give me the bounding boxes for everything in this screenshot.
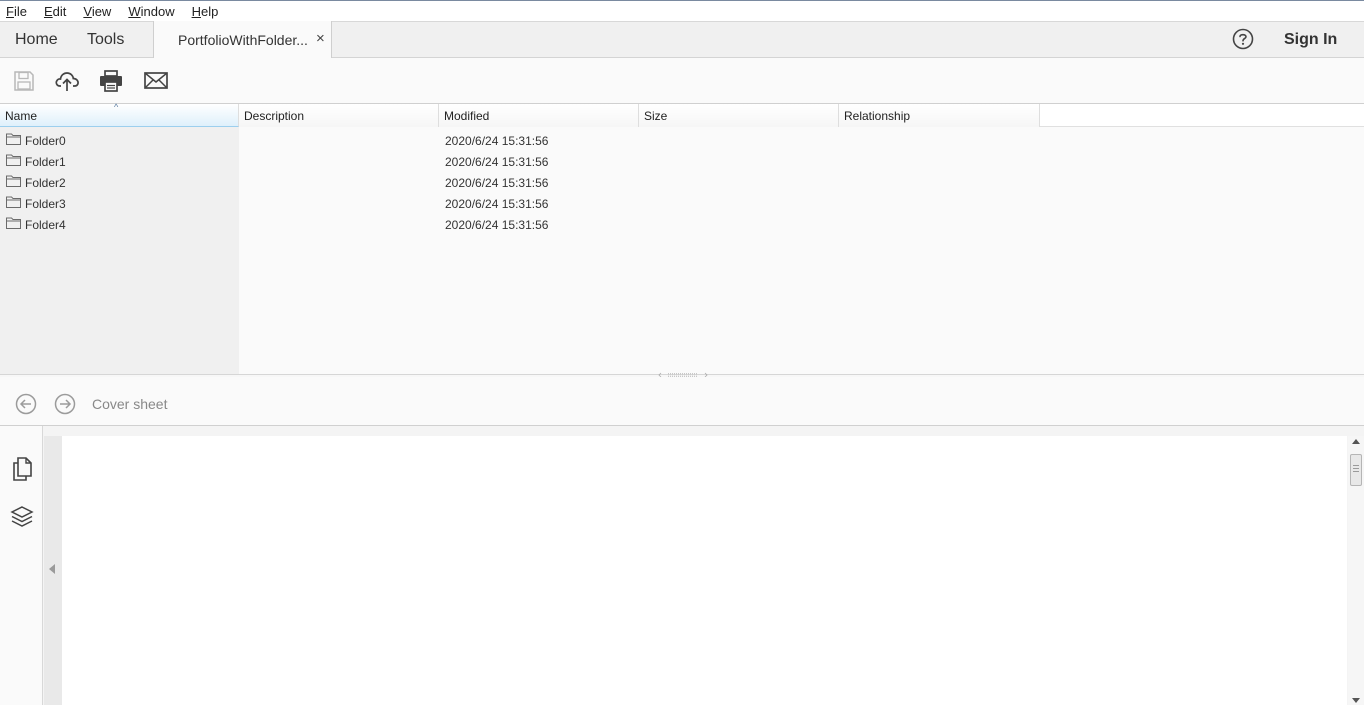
menu-help[interactable]: Help xyxy=(192,4,219,19)
navigation-bar: Cover sheet xyxy=(0,377,1364,426)
column-header-description[interactable]: Description xyxy=(239,104,439,127)
tab-home[interactable]: Home xyxy=(15,22,58,58)
table-row[interactable]: Folder1 2020/6/24 15:31:56 xyxy=(0,150,1364,171)
scrollbar-thumb[interactable] xyxy=(1350,454,1362,486)
row-name: Folder0 xyxy=(25,134,66,148)
menu-file[interactable]: File xyxy=(6,4,27,19)
tab-document[interactable]: PortfolioWithFolder... × xyxy=(153,21,332,58)
document-canvas[interactable] xyxy=(62,436,1347,705)
row-modified: 2020/6/24 15:31:56 xyxy=(445,134,549,148)
file-list: ^ Name Description Modified Size Relatio… xyxy=(0,102,1364,374)
menu-window[interactable]: Window xyxy=(128,4,174,19)
vertical-scrollbar[interactable] xyxy=(1348,436,1364,705)
table-row[interactable]: Folder3 2020/6/24 15:31:56 xyxy=(0,192,1364,213)
tab-document-label: PortfolioWithFolder... xyxy=(178,32,308,48)
column-header-row: ^ Name Description Modified Size Relatio… xyxy=(0,102,1364,127)
column-header-relationship[interactable]: Relationship xyxy=(839,104,1040,127)
table-row[interactable]: Folder2 2020/6/24 15:31:56 xyxy=(0,171,1364,192)
menu-view[interactable]: View xyxy=(83,4,111,19)
print-icon[interactable] xyxy=(97,68,125,94)
back-arrow-icon[interactable] xyxy=(15,393,37,415)
preview-area xyxy=(0,426,1364,705)
table-row[interactable]: Folder0 2020/6/24 15:31:56 xyxy=(0,129,1364,150)
row-modified: 2020/6/24 15:31:56 xyxy=(445,218,549,232)
folder-icon xyxy=(6,175,21,187)
question-circle-icon[interactable] xyxy=(1232,28,1254,50)
toolbar xyxy=(0,58,1364,104)
scroll-up-arrow-icon[interactable] xyxy=(1352,439,1360,444)
row-modified: 2020/6/24 15:31:56 xyxy=(445,176,549,190)
forward-arrow-icon[interactable] xyxy=(54,393,76,415)
sort-ascending-icon: ^ xyxy=(114,102,119,112)
menu-edit[interactable]: Edit xyxy=(44,4,66,19)
cover-sheet-link[interactable]: Cover sheet xyxy=(92,396,167,412)
folder-icon xyxy=(6,133,21,145)
row-modified: 2020/6/24 15:31:56 xyxy=(445,197,549,211)
row-name: Folder3 xyxy=(25,197,66,211)
sign-in-button[interactable]: Sign In xyxy=(1284,31,1337,49)
row-name: Folder4 xyxy=(25,218,66,232)
layers-icon[interactable] xyxy=(10,504,34,530)
save-icon[interactable] xyxy=(10,68,38,94)
folder-icon xyxy=(6,196,21,208)
table-row[interactable]: Folder4 2020/6/24 15:31:56 xyxy=(0,213,1364,234)
email-icon[interactable] xyxy=(142,68,170,94)
left-rail xyxy=(0,426,43,705)
column-header-name[interactable]: ^ Name xyxy=(0,102,239,127)
scroll-down-arrow-icon[interactable] xyxy=(1352,698,1360,703)
tab-bar: Home Tools PortfolioWithFolder... × Sign… xyxy=(0,21,1364,58)
pages-icon[interactable] xyxy=(10,456,34,482)
tab-tools[interactable]: Tools xyxy=(87,22,124,58)
close-icon[interactable]: × xyxy=(316,30,325,47)
column-header-size[interactable]: Size xyxy=(639,104,839,127)
column-header-name-label: Name xyxy=(5,109,38,123)
cloud-upload-icon[interactable] xyxy=(53,68,81,94)
collapse-left-arrow-icon[interactable] xyxy=(49,564,55,574)
panel-collapse-strip[interactable] xyxy=(44,436,62,705)
row-name: Folder1 xyxy=(25,155,66,169)
folder-icon xyxy=(6,154,21,166)
column-header-modified[interactable]: Modified xyxy=(439,104,639,127)
row-modified: 2020/6/24 15:31:56 xyxy=(445,155,549,169)
row-name: Folder2 xyxy=(25,176,66,190)
menu-bar: File Edit View Window Help xyxy=(0,0,1364,21)
folder-icon xyxy=(6,217,21,229)
